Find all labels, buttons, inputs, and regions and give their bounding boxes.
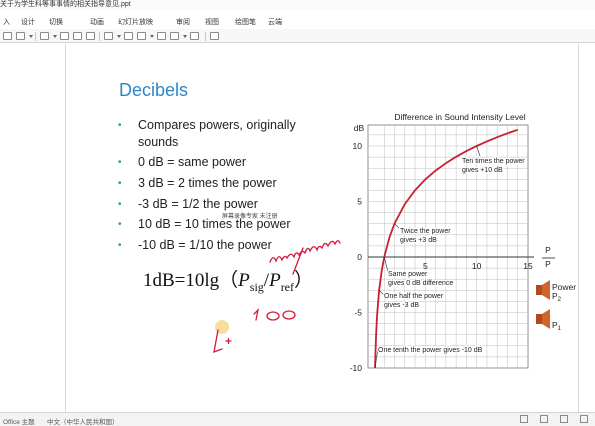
ink-word	[269, 240, 341, 275]
status-bar: Office 主题 中文（中华人民共和国）	[0, 412, 595, 426]
normal-view-icon[interactable]	[520, 415, 528, 423]
pen-annotations	[213, 240, 341, 354]
slideshow-view-icon[interactable]	[580, 415, 588, 423]
status-language[interactable]: 中文（中华人民共和国）	[47, 416, 119, 426]
ink-number	[253, 308, 296, 321]
status-theme: Office 主题	[3, 419, 35, 426]
sorter-view-icon[interactable]	[540, 415, 548, 423]
reading-view-icon[interactable]	[560, 415, 568, 423]
ink-mark	[213, 320, 232, 354]
